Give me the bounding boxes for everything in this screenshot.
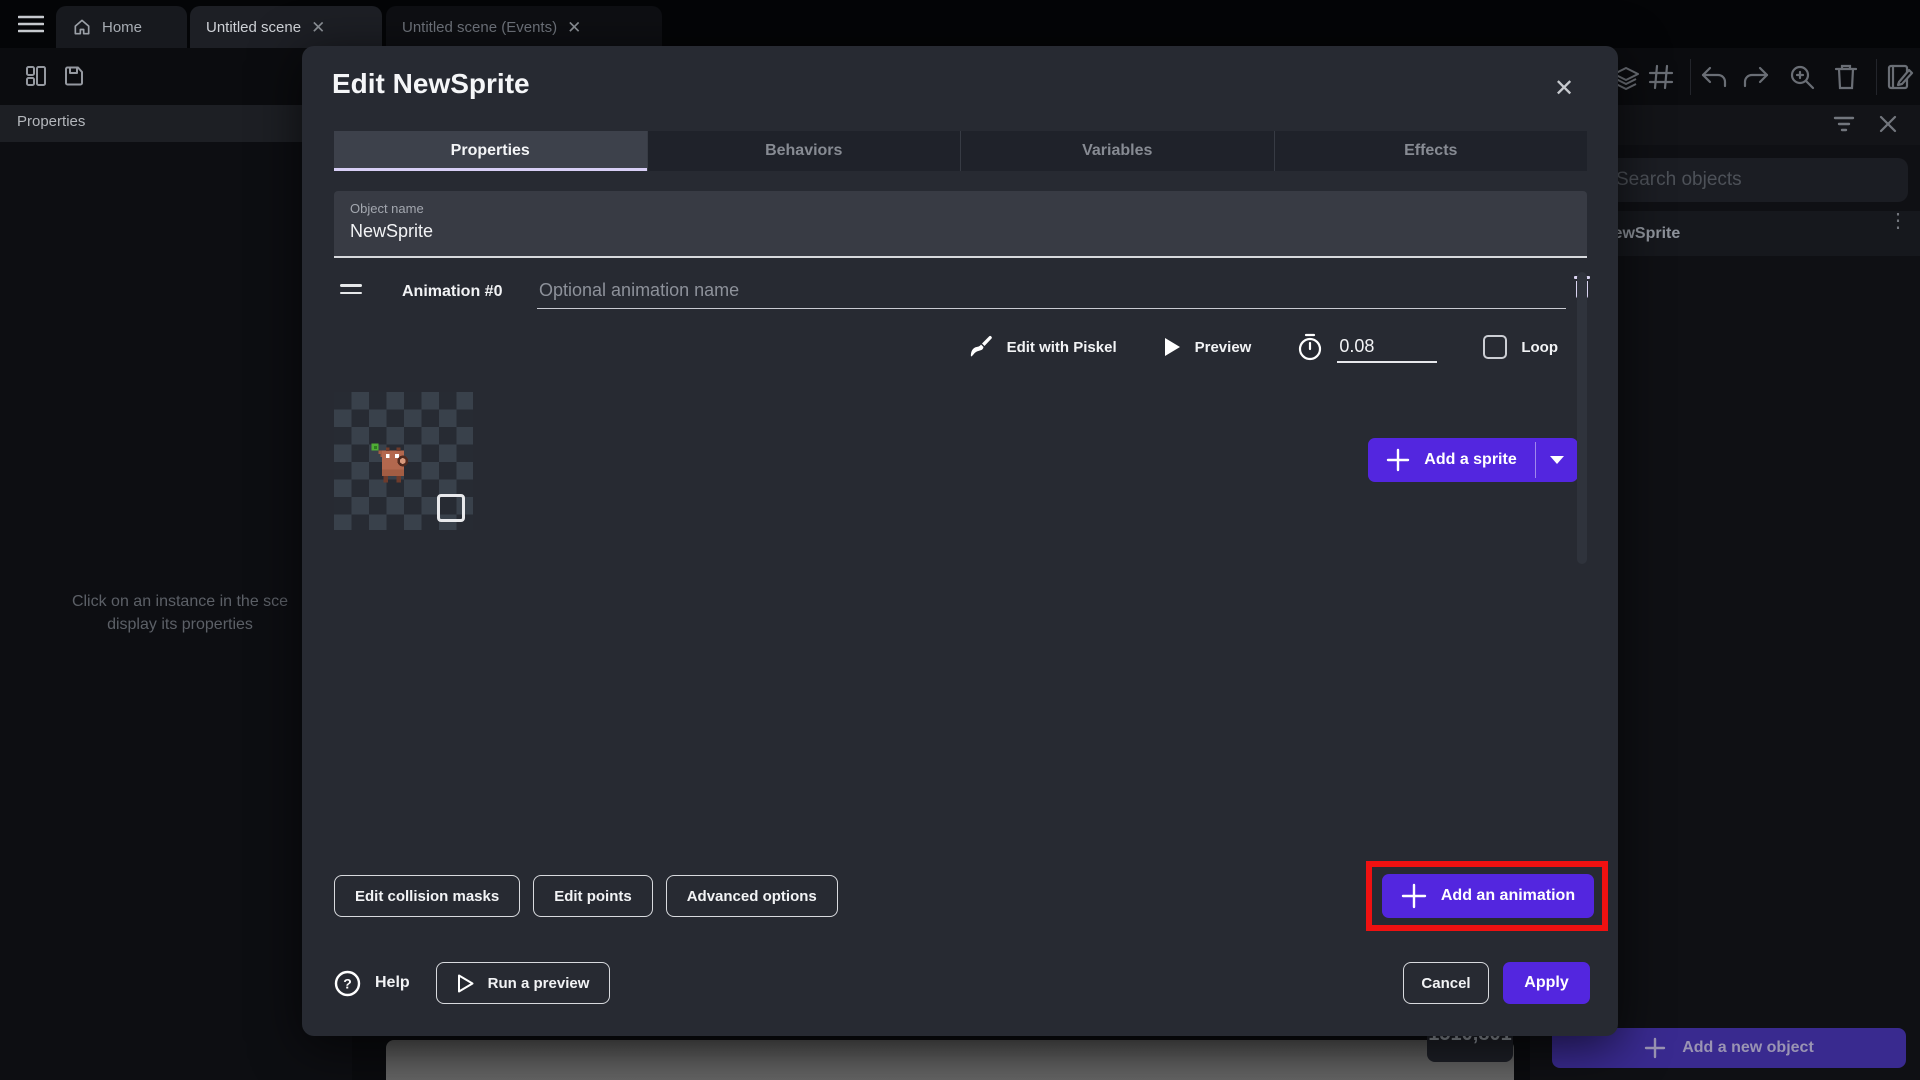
- add-sprite-button[interactable]: Add a sprite: [1368, 438, 1578, 482]
- chevron-down-icon: [1550, 456, 1564, 464]
- redo-icon[interactable]: [1742, 66, 1770, 88]
- undo-icon[interactable]: [1700, 66, 1728, 88]
- object-name-label: Object name: [350, 201, 424, 216]
- dialog-scrollbar-thumb[interactable]: [1577, 272, 1587, 564]
- animation-row: Animation #0: [334, 270, 1590, 314]
- add-sprite-label: Add a sprite: [1424, 451, 1517, 468]
- dialog-close-icon[interactable]: ✕: [1550, 74, 1578, 102]
- pig-sprite-image: [371, 443, 409, 483]
- help-icon[interactable]: ?: [334, 970, 361, 997]
- animation-label: Animation #0: [402, 283, 503, 300]
- plus-icon: [1386, 448, 1410, 472]
- object-item-menu-icon[interactable]: ⋮: [1888, 211, 1908, 231]
- object-name-field[interactable]: Object name: [334, 191, 1587, 258]
- filter-icon[interactable]: [1833, 115, 1855, 133]
- drag-handle-icon[interactable]: [340, 284, 362, 299]
- object-name-input[interactable]: [350, 221, 1571, 242]
- trash-icon[interactable]: [1834, 63, 1858, 90]
- tab-untitled-scene[interactable]: Untitled scene ✕: [190, 6, 382, 48]
- close-tab-icon[interactable]: ✕: [567, 19, 581, 36]
- dialog-tab-bar: Properties Behaviors Variables Effects: [334, 131, 1587, 171]
- edit-with-piskel-button[interactable]: Edit with Piskel: [1007, 339, 1117, 356]
- edit-scene-properties-icon[interactable]: [1886, 63, 1914, 91]
- edit-collision-masks-button[interactable]: Edit collision masks: [334, 875, 521, 917]
- brush-icon: [969, 335, 993, 359]
- toolbar-divider: [1876, 59, 1877, 95]
- add-sprite-main[interactable]: Add a sprite: [1368, 438, 1535, 482]
- add-animation-label: Add an animation: [1440, 887, 1576, 904]
- tab-events-label: Untitled scene (Events): [402, 18, 558, 36]
- frame-duration-input[interactable]: [1337, 331, 1438, 363]
- edit-points-button[interactable]: Edit points: [533, 875, 653, 917]
- tab-behaviors[interactable]: Behaviors: [646, 131, 961, 171]
- panels-layout-icon[interactable]: [24, 64, 48, 88]
- plus-icon: [1401, 883, 1427, 909]
- active-tab-underline: [334, 168, 647, 171]
- advanced-options-button[interactable]: Advanced options: [665, 875, 838, 917]
- edit-object-dialog: Edit NewSprite ✕ Properties Behaviors Va…: [302, 46, 1618, 1036]
- play-icon: [1163, 337, 1181, 357]
- dialog-footer-left: ? Help Run a preview: [334, 962, 611, 1004]
- play-outline-icon: [457, 974, 474, 993]
- scene-canvas[interactable]: [386, 1040, 1514, 1080]
- home-icon: [72, 17, 92, 37]
- cancel-button[interactable]: Cancel: [1403, 962, 1489, 1004]
- save-icon[interactable]: [62, 64, 86, 88]
- loop-checkbox[interactable]: [1483, 335, 1508, 359]
- svg-text:?: ?: [343, 975, 352, 991]
- hamburger-menu-icon[interactable]: [18, 15, 44, 33]
- grid-icon[interactable]: [1648, 64, 1674, 90]
- help-button[interactable]: Help: [375, 974, 410, 992]
- close-tab-icon[interactable]: ✕: [311, 19, 325, 36]
- add-an-animation-button[interactable]: Add an animation: [1382, 874, 1594, 918]
- loop-label: Loop: [1521, 338, 1558, 356]
- sprite-actions-row: Edit collision masks Edit points Advance…: [334, 875, 838, 917]
- properties-empty-message: Click on an instance in the sce display …: [71, 593, 289, 633]
- run-a-preview-button[interactable]: Run a preview: [435, 962, 611, 1004]
- preview-button[interactable]: Preview: [1195, 339, 1252, 356]
- add-sprite-dropdown[interactable]: [1536, 438, 1578, 482]
- tab-variables[interactable]: Variables: [960, 131, 1274, 171]
- frame-select-checkbox[interactable]: [437, 494, 465, 522]
- sprite-frame-thumbnail[interactable]: [334, 392, 473, 530]
- top-bar: Home Untitled scene ✕ Untitled scene (Ev…: [0, 0, 1920, 48]
- tab-scene-label: Untitled scene: [206, 18, 302, 36]
- properties-panel-title: Properties: [17, 113, 86, 130]
- tab-home-label: Home: [102, 18, 143, 36]
- tab-home[interactable]: Home: [56, 6, 187, 48]
- dialog-title: Edit NewSprite: [332, 68, 530, 99]
- plus-icon: [1644, 1037, 1666, 1059]
- close-panel-icon[interactable]: [1878, 114, 1898, 134]
- zoom-in-icon[interactable]: [1788, 63, 1816, 91]
- dialog-footer-right: Cancel Apply: [1403, 962, 1590, 1004]
- toolbar-divider: [1690, 59, 1691, 95]
- tab-properties[interactable]: Properties: [334, 131, 647, 171]
- animation-name-input[interactable]: [537, 272, 1566, 309]
- tab-untitled-scene-events[interactable]: Untitled scene (Events) ✕: [386, 6, 662, 48]
- timer-icon: [1297, 333, 1323, 361]
- apply-button[interactable]: Apply: [1503, 962, 1590, 1004]
- animation-frame-toolbar: Edit with Piskel Preview Loop: [334, 326, 1558, 368]
- add-new-object-label: Add a new object: [1682, 1039, 1814, 1056]
- tab-effects[interactable]: Effects: [1273, 131, 1588, 171]
